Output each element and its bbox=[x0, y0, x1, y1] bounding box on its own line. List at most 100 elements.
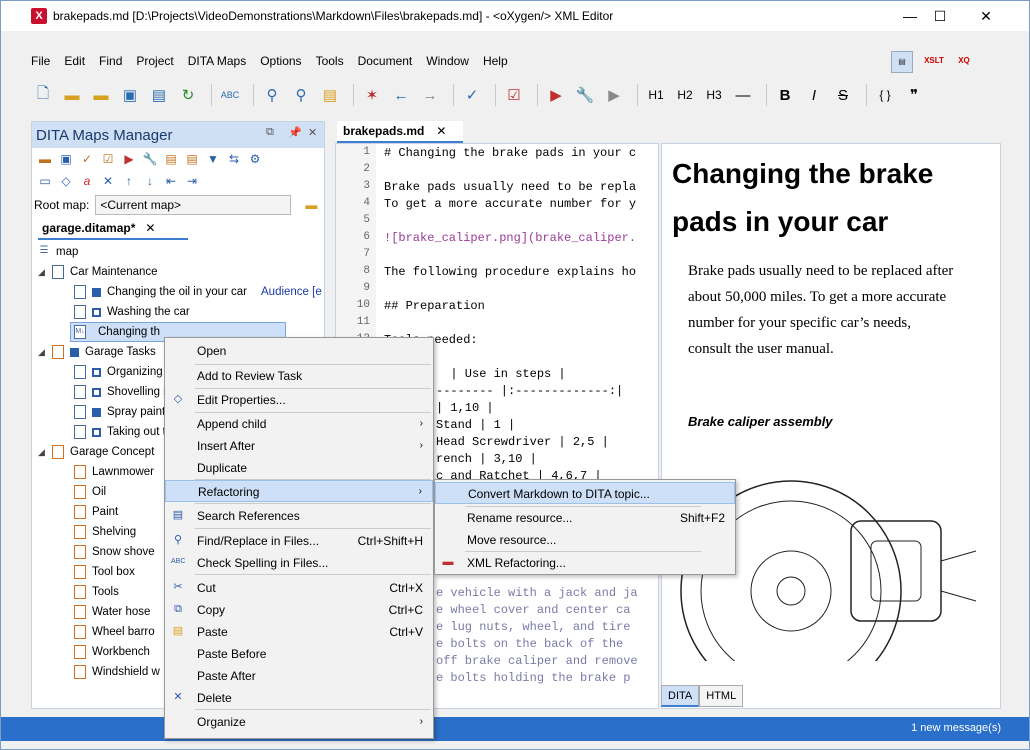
menu-item-move-resource[interactable]: Move resource... bbox=[435, 529, 735, 551]
tree-item[interactable]: ◢ Garage Concept bbox=[38, 442, 154, 462]
menu-find[interactable]: Find bbox=[99, 54, 122, 68]
settings-icon[interactable]: ⚙ bbox=[246, 150, 264, 168]
strikethrough-button[interactable]: S bbox=[831, 83, 855, 107]
tree-item[interactable]: Workbench bbox=[74, 642, 150, 662]
promote-icon[interactable]: ⇤ bbox=[162, 172, 180, 190]
menu-item-organize[interactable]: Organize › bbox=[165, 711, 433, 733]
tree-item[interactable]: Tool box bbox=[74, 562, 135, 582]
forward-arrow-icon[interactable]: → bbox=[418, 83, 442, 107]
tree-item[interactable]: ◢ Car Maintenance bbox=[38, 262, 158, 282]
tag-icon[interactable]: ◇ bbox=[57, 172, 75, 190]
spell-check-icon[interactable]: ABC bbox=[218, 83, 242, 107]
quote-button[interactable]: ❞ bbox=[902, 83, 926, 107]
configure-transform-icon[interactable]: 🔧 bbox=[573, 83, 597, 107]
panel-close-icon[interactable]: ✕ bbox=[308, 126, 317, 139]
link-icon[interactable]: ⇆ bbox=[225, 150, 243, 168]
open-url-icon[interactable]: ▬ bbox=[89, 83, 113, 107]
menu-item-add-to-review-task[interactable]: Add to Review Task bbox=[165, 365, 433, 387]
tree-item[interactable]: Shovelling s bbox=[74, 382, 169, 402]
menu-item-open[interactable]: Open bbox=[165, 340, 433, 362]
menu-file[interactable]: File bbox=[31, 54, 50, 68]
menu-item-rename-resource[interactable]: Rename resource... Shift+F2 bbox=[435, 507, 735, 529]
new-file-icon[interactable]: 🗋 bbox=[31, 83, 55, 107]
reload-icon[interactable]: ↻ bbox=[176, 83, 200, 107]
menu-item-delete[interactable]: ✕ Delete bbox=[165, 687, 433, 709]
tree-item[interactable]: Washing the car bbox=[74, 302, 190, 322]
horizontal-rule-button[interactable]: — bbox=[731, 83, 755, 107]
tree-item[interactable]: Windshield w bbox=[74, 662, 160, 682]
tree-item[interactable]: Spray painti bbox=[74, 402, 168, 422]
find-files-icon[interactable]: ⚲ bbox=[289, 83, 313, 107]
editor-tab-brakepads[interactable]: brakepads.md ✕ bbox=[337, 121, 463, 143]
menu-item-cut[interactable]: ✂ Cut Ctrl+X bbox=[165, 577, 433, 599]
check-icon[interactable]: ☑ bbox=[502, 83, 526, 107]
xquery-button[interactable]: XQ bbox=[953, 51, 975, 73]
menu-document[interactable]: Document bbox=[358, 54, 413, 68]
open-root-map-icon[interactable]: ▬ bbox=[305, 198, 317, 212]
open-in-editor-icon[interactable]: ▤ bbox=[162, 150, 180, 168]
tree-item[interactable]: Organizing t bbox=[74, 362, 169, 382]
menu-dita-maps[interactable]: DITA Maps bbox=[188, 54, 246, 68]
tree-item[interactable]: Shelving bbox=[74, 522, 136, 542]
menu-item-edit-properties[interactable]: ◇ Edit Properties... bbox=[165, 389, 433, 411]
menu-options[interactable]: Options bbox=[260, 54, 301, 68]
save-icon[interactable]: ▣ bbox=[118, 83, 142, 107]
paste-icon[interactable]: ▤ bbox=[318, 83, 342, 107]
tree-item[interactable]: Tools bbox=[74, 582, 119, 602]
tree-item[interactable]: Paint bbox=[74, 502, 118, 522]
pin-icon[interactable]: 📌 bbox=[288, 126, 302, 139]
run-transform-icon[interactable]: ▶ bbox=[544, 83, 568, 107]
tree-item[interactable]: Water hose bbox=[74, 602, 150, 622]
xslt-button[interactable]: XSLT bbox=[923, 51, 945, 73]
move-down-icon[interactable]: ↓ bbox=[141, 172, 159, 190]
menu-item-refactoring[interactable]: Refactoring › bbox=[165, 480, 433, 502]
code-button[interactable]: { } bbox=[873, 83, 897, 107]
status-messages[interactable]: 1 new message(s) bbox=[911, 722, 1001, 734]
menu-edit[interactable]: Edit bbox=[64, 54, 85, 68]
open-folder-icon[interactable]: ▬ bbox=[60, 83, 84, 107]
close-button[interactable]: ✕ bbox=[963, 1, 1009, 31]
menu-item-paste-after[interactable]: Paste After bbox=[165, 665, 433, 687]
tab-dita[interactable]: DITA bbox=[661, 685, 700, 707]
menu-item-convert-markdown-to-dita[interactable]: Convert Markdown to DITA topic... bbox=[435, 482, 735, 504]
maximize-button[interactable]: ☐ bbox=[917, 1, 963, 31]
find-icon[interactable]: ⚲ bbox=[260, 83, 284, 107]
menu-item-append-child[interactable]: Append child › bbox=[165, 413, 433, 435]
edit-properties-icon[interactable]: ▤ bbox=[183, 150, 201, 168]
delete-icon[interactable]: ✕ bbox=[99, 172, 117, 190]
validate-icon[interactable]: ✓ bbox=[460, 83, 484, 107]
heading-2-button[interactable]: H2 bbox=[673, 83, 697, 107]
save-map-icon[interactable]: ▣ bbox=[57, 150, 75, 168]
move-up-icon[interactable]: ↑ bbox=[120, 172, 138, 190]
check-map-icon[interactable]: ☑ bbox=[99, 150, 117, 168]
menu-item-search-references[interactable]: ▤ Search References bbox=[165, 505, 433, 527]
menu-item-paste-before[interactable]: Paste Before bbox=[165, 643, 433, 665]
image-icon[interactable]: ▭ bbox=[36, 172, 54, 190]
tree-item[interactable]: ☰ map bbox=[38, 242, 78, 262]
configure-icon[interactable]: 🔧 bbox=[141, 150, 159, 168]
map-tab-close-icon[interactable]: ✕ bbox=[145, 221, 155, 235]
float-panel-icon[interactable]: ⧉ bbox=[266, 126, 274, 139]
debug-icon[interactable]: ▶ bbox=[602, 83, 626, 107]
demote-icon[interactable]: ⇥ bbox=[183, 172, 201, 190]
root-map-select[interactable]: <Current map> bbox=[95, 195, 292, 215]
open-map-icon[interactable]: ▬ bbox=[36, 150, 54, 168]
tree-item[interactable]: Changing the oil in your car Audience [e bbox=[74, 282, 322, 302]
caret-icon[interactable]: ✶ bbox=[360, 83, 384, 107]
editor-tab-close-icon[interactable]: ✕ bbox=[436, 124, 446, 138]
tree-item[interactable]: ◢ Garage Tasks bbox=[38, 342, 156, 362]
italic-button[interactable]: I bbox=[802, 83, 826, 107]
validate-map-icon[interactable]: ✓ bbox=[78, 150, 96, 168]
garage-map-tab[interactable]: garage.ditamap* ✕ bbox=[38, 218, 188, 240]
tree-item[interactable]: Oil bbox=[74, 482, 106, 502]
menu-item-xml-refactoring[interactable]: ▬ XML Refactoring... bbox=[435, 552, 735, 574]
tree-item[interactable]: Snow shove bbox=[74, 542, 155, 562]
menu-item-copy[interactable]: ⧉ Copy Ctrl+C bbox=[165, 599, 433, 621]
text-icon[interactable]: a bbox=[78, 172, 96, 190]
author-mode-icon[interactable]: ▤ bbox=[891, 51, 913, 73]
menu-item-check-spelling[interactable]: ABC Check Spelling in Files... bbox=[165, 552, 433, 574]
tree-item[interactable]: Wheel barro bbox=[74, 622, 155, 642]
menu-project[interactable]: Project bbox=[136, 54, 173, 68]
menu-tools[interactable]: Tools bbox=[316, 54, 344, 68]
tree-item[interactable]: Lawnmower bbox=[74, 462, 154, 482]
